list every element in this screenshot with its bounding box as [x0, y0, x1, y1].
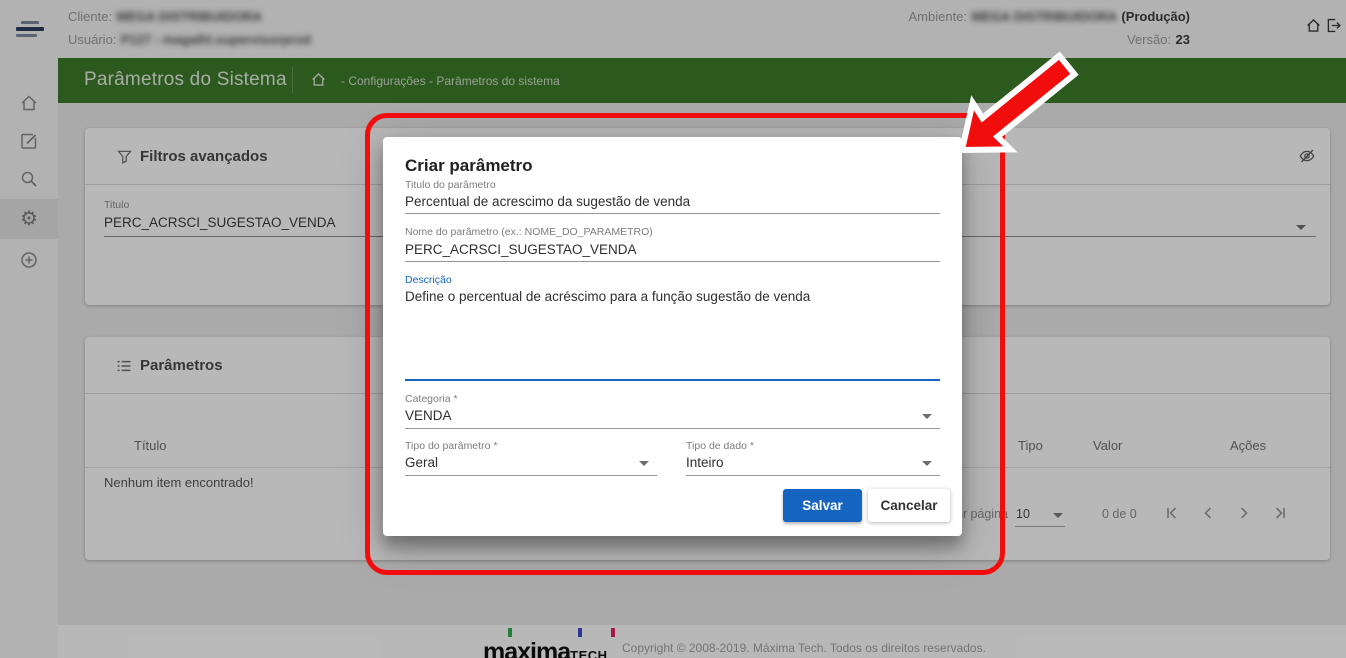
chevron-down-icon [922, 461, 932, 466]
tipo-parametro-underline [405, 475, 657, 476]
tipo-dado-underline [686, 475, 940, 476]
chevron-down-icon [922, 414, 932, 419]
chevron-down-icon [639, 461, 649, 466]
tipo-parametro-label: Tipo do parâmetro * [405, 440, 497, 452]
tipo-dado-value: Inteiro [686, 455, 724, 470]
cancel-button[interactable]: Cancelar [868, 489, 950, 522]
categoria-label: Categoria * [405, 393, 458, 405]
titulo-parametro-input[interactable]: Percentual de acrescimo da sugestão de v… [405, 194, 690, 209]
categoria-underline [405, 428, 940, 429]
tipo-dado-select[interactable]: Inteiro [686, 454, 940, 476]
categoria-value: VENDA [405, 408, 452, 423]
titulo-parametro-label: Titulo do parâmetro [405, 179, 496, 191]
nome-underline [405, 261, 940, 262]
app-root: ⚙ Cliente: MEGA DISTRIBUIDORA Usuário: P… [0, 0, 1346, 658]
dialog-title: Criar parâmetro [405, 156, 533, 176]
nome-parametro-label: Nome do parâmetro (ex.: NOME_DO_PARAMETR… [405, 226, 653, 238]
tipo-dado-label: Tipo de dado * [686, 440, 754, 452]
save-button[interactable]: Salvar [783, 489, 862, 522]
tipo-parametro-select[interactable]: Geral [405, 454, 657, 476]
categoria-select[interactable]: VENDA [405, 407, 940, 429]
tipo-parametro-value: Geral [405, 455, 438, 470]
descricao-label: Descrição [405, 274, 452, 286]
nome-parametro-input[interactable]: PERC_ACRSCI_SUGESTAO_VENDA [405, 242, 637, 257]
titulo-underline [405, 213, 940, 214]
create-parameter-dialog: Criar parâmetro Titulo do parâmetro Perc… [383, 137, 962, 536]
descricao-textarea[interactable]: Define o percentual de acréscimo para a … [405, 289, 940, 304]
descricao-underline-focused [405, 379, 940, 381]
